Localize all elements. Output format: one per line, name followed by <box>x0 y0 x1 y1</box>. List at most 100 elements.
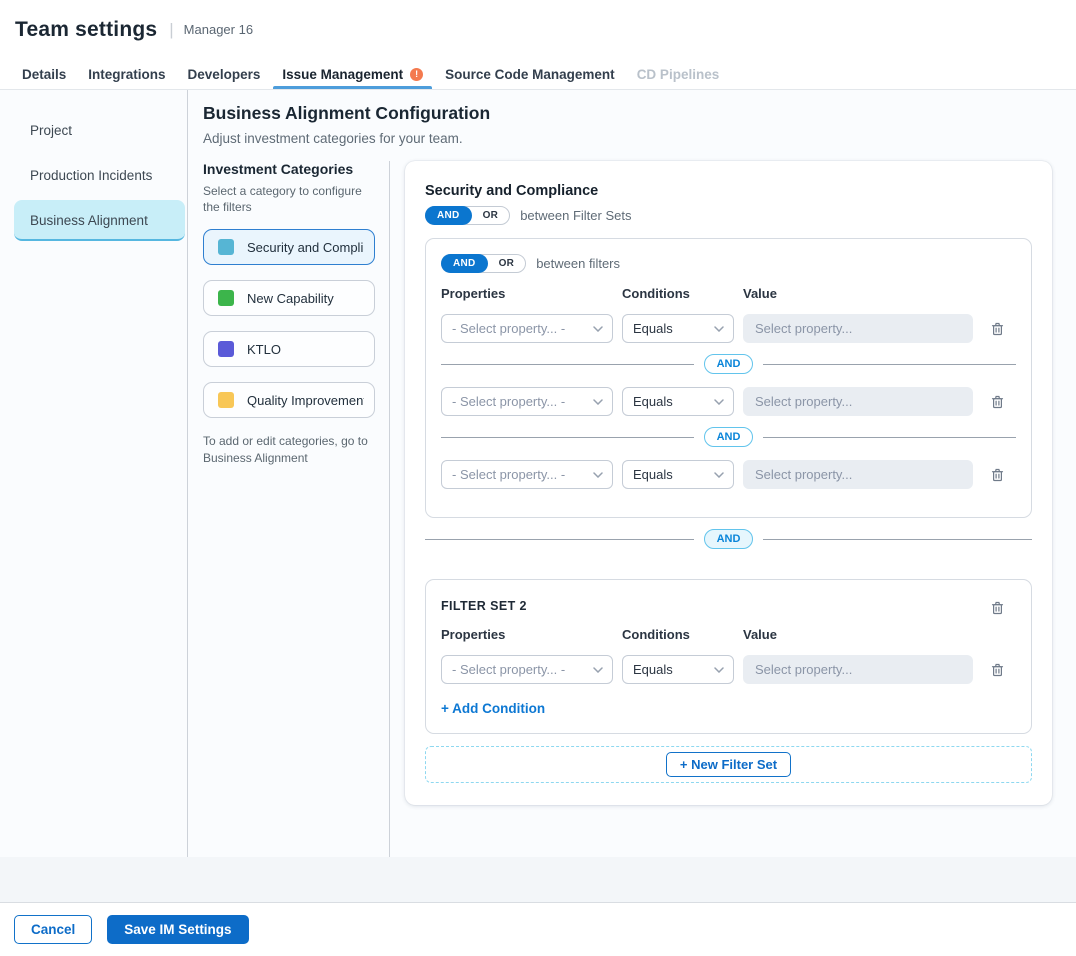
chevron-down-icon <box>714 399 724 405</box>
tab-source-code-management[interactable]: Source Code Management <box>434 59 626 89</box>
property-select[interactable]: - Select property... - <box>441 655 613 684</box>
category-button-security-and-compliance[interactable]: Security and Compli... <box>203 229 375 265</box>
tab-cd-pipelines: CD Pipelines <box>626 59 731 89</box>
condition-select[interactable]: Equals <box>622 655 734 684</box>
tab-integrations[interactable]: Integrations <box>77 59 176 89</box>
value-input[interactable] <box>743 655 973 684</box>
category-button-new-capability[interactable]: New Capability <box>203 280 375 316</box>
property-select[interactable]: - Select property... - <box>441 314 613 343</box>
action-footer: Cancel Save IM Settings <box>0 903 1076 956</box>
filter-configuration-area: Security and Compliance AND OR between F… <box>390 161 1076 857</box>
cancel-button[interactable]: Cancel <box>14 915 92 944</box>
chevron-down-icon <box>593 472 603 478</box>
filter-card: Security and Compliance AND OR between F… <box>405 161 1052 805</box>
and-or-toggle-filters[interactable]: AND OR <box>441 254 526 273</box>
filter-column-headers: Properties Conditions Value <box>441 286 1016 301</box>
filter-row: - Select property... - Equals <box>441 460 1016 489</box>
filter-row: - Select property... - Equals <box>441 387 1016 416</box>
property-select[interactable]: - Select property... - <box>441 460 613 489</box>
main-content: Business Alignment Configuration Adjust … <box>188 90 1076 857</box>
settings-sidebar: Project Production Incidents Business Al… <box>0 90 188 857</box>
tab-details[interactable]: Details <box>11 59 77 89</box>
topbar: Team settings | Manager 16 <box>0 0 1076 59</box>
category-color-swatch <box>218 341 234 357</box>
property-select[interactable]: - Select property... - <box>441 387 613 416</box>
filter-set-2-title: FILTER SET 2 <box>441 595 527 613</box>
trash-icon <box>990 467 1005 483</box>
toggle-or-option[interactable]: OR <box>488 258 526 269</box>
chevron-down-icon <box>714 326 724 332</box>
team-settings-page: Team settings | Manager 16 Details Integ… <box>0 0 1076 956</box>
between-filter-sets-label: between Filter Sets <box>520 208 631 223</box>
tab-developers[interactable]: Developers <box>177 59 272 89</box>
filter-set-1: AND OR between filters Properties Condit… <box>425 238 1032 518</box>
toggle-or-option[interactable]: OR <box>472 210 510 221</box>
condition-select[interactable]: Equals <box>622 387 734 416</box>
delete-filter-set-button[interactable] <box>984 595 1010 621</box>
filter-column-headers: Properties Conditions Value <box>441 627 1016 642</box>
sidebar-item-project[interactable]: Project <box>0 110 187 151</box>
filter-row: - Select property... - Equals <box>441 655 1016 684</box>
new-filter-set-dropzone: + New Filter Set <box>425 746 1032 783</box>
new-filter-set-button[interactable]: + New Filter Set <box>666 752 791 777</box>
section-subtitle: Adjust investment categories for your te… <box>203 131 1076 146</box>
chevron-down-icon <box>714 667 724 673</box>
conditions-header: Conditions <box>622 627 734 642</box>
sidebar-item-business-alignment[interactable]: Business Alignment <box>14 200 185 241</box>
toggle-and-option[interactable]: AND <box>425 206 472 225</box>
category-color-swatch <box>218 290 234 306</box>
between-filters-label: between filters <box>536 256 620 271</box>
trash-icon <box>990 394 1005 410</box>
delete-filter-button[interactable] <box>984 316 1010 342</box>
page-title: Team settings <box>15 18 157 42</box>
filter-category-title: Security and Compliance <box>425 183 1032 199</box>
title-separator: | <box>169 20 173 40</box>
category-list: Security and Compli... New Capability KT… <box>203 229 375 418</box>
properties-header: Properties <box>441 627 613 642</box>
filter-set-2: FILTER SET 2 Properties Conditions Value <box>425 579 1032 734</box>
value-input[interactable] <box>743 314 973 343</box>
category-button-ktlo[interactable]: KTLO <box>203 331 375 367</box>
trash-icon <box>990 321 1005 337</box>
value-header: Value <box>743 286 973 301</box>
category-color-swatch <box>218 392 234 408</box>
condition-select[interactable]: Equals <box>622 460 734 489</box>
category-button-quality-improvements[interactable]: Quality Improvements <box>203 382 375 418</box>
trash-icon <box>990 600 1005 616</box>
investment-categories-title: Investment Categories <box>203 161 375 177</box>
bottom-spacer-band <box>0 857 1076 903</box>
delete-filter-button[interactable] <box>984 389 1010 415</box>
chevron-down-icon <box>593 399 603 405</box>
category-color-swatch <box>218 239 234 255</box>
investment-categories-description: Select a category to configure the filte… <box>203 183 375 215</box>
category-footnote: To add or edit categories, go to Busines… <box>203 433 375 467</box>
delete-filter-button[interactable] <box>984 462 1010 488</box>
toggle-and-option[interactable]: AND <box>441 254 488 273</box>
value-header: Value <box>743 627 973 642</box>
alert-badge-icon: ! <box>410 68 423 81</box>
and-connector: AND <box>441 354 1016 374</box>
chevron-down-icon <box>593 667 603 673</box>
settings-body: Project Production Incidents Business Al… <box>0 90 1076 857</box>
chevron-down-icon <box>593 326 603 332</box>
and-or-toggle-filter-sets[interactable]: AND OR <box>425 206 510 225</box>
investment-categories-panel: Investment Categories Select a category … <box>203 161 390 857</box>
conditions-header: Conditions <box>622 286 734 301</box>
filter-row: - Select property... - Equals <box>441 314 1016 343</box>
value-input[interactable] <box>743 460 973 489</box>
trash-icon <box>990 662 1005 678</box>
properties-header: Properties <box>441 286 613 301</box>
and-connector: AND <box>441 427 1016 447</box>
team-name: Manager 16 <box>184 22 253 37</box>
section-title: Business Alignment Configuration <box>203 103 1076 124</box>
and-connector-between-sets: AND <box>425 529 1032 549</box>
chevron-down-icon <box>714 472 724 478</box>
value-input[interactable] <box>743 387 973 416</box>
condition-select[interactable]: Equals <box>622 314 734 343</box>
save-im-settings-button[interactable]: Save IM Settings <box>107 915 248 944</box>
tab-bar: Details Integrations Developers Issue Ma… <box>0 59 1076 90</box>
tab-issue-management[interactable]: Issue Management ! <box>271 59 434 89</box>
delete-filter-button[interactable] <box>984 657 1010 683</box>
add-condition-button[interactable]: + Add Condition <box>441 701 545 716</box>
sidebar-item-production-incidents[interactable]: Production Incidents <box>0 155 187 196</box>
